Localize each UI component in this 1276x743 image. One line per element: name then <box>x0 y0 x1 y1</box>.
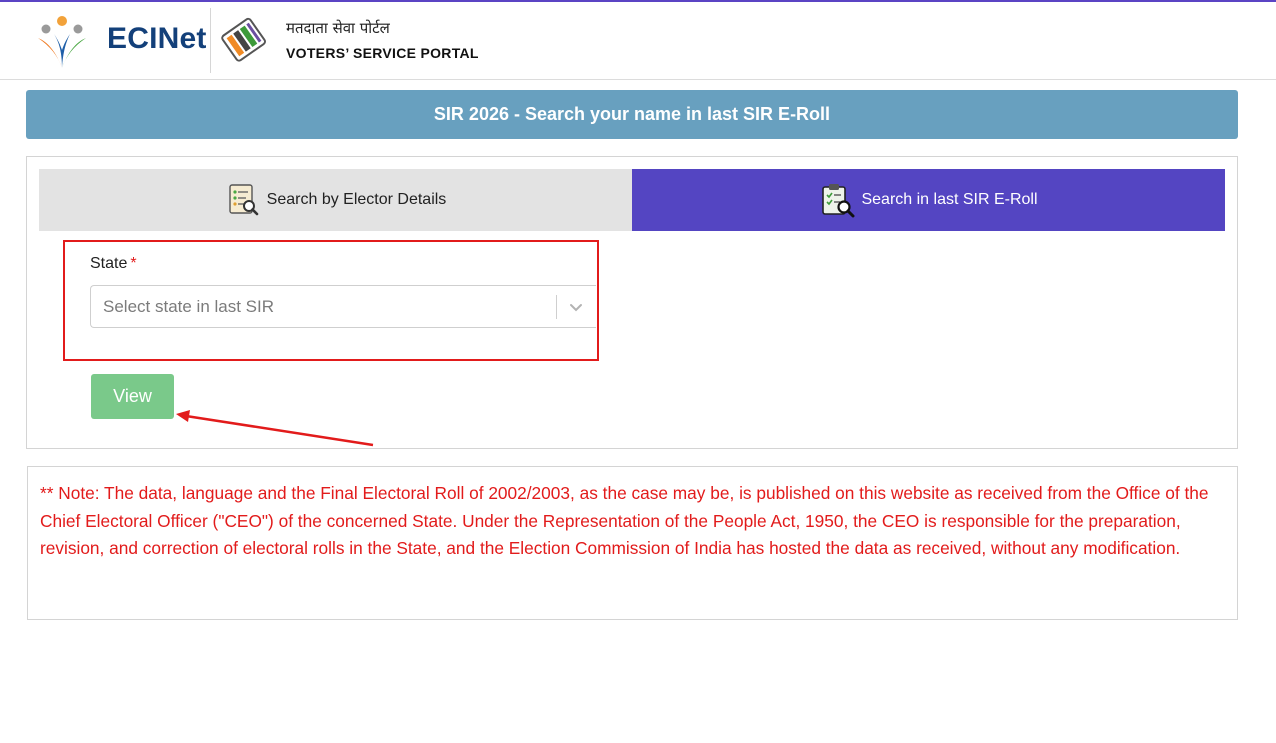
state-label-text: State <box>90 255 128 272</box>
site-header: ECINet मतदाता सेवा पोर्टल VOTERS’ SERVIC… <box>0 2 1276 80</box>
disclaimer-note: ** Note: The data, language and the Fina… <box>40 483 1209 558</box>
state-select[interactable]: Select state in last SIR <box>90 285 596 328</box>
page-banner: SIR 2026 - Search your name in last SIR … <box>26 90 1238 139</box>
state-select-placeholder: Select state in last SIR <box>103 297 275 316</box>
portal-title-hindi: मतदाता सेवा पोर्टल <box>286 19 390 37</box>
state-field-label: State * <box>90 255 137 273</box>
document-search-icon <box>225 182 261 218</box>
header-divider <box>210 8 211 73</box>
chevron-down-icon[interactable] <box>567 298 585 316</box>
tab-search-by-elector-details[interactable]: Search by Elector Details <box>39 169 632 231</box>
select-indicator-separator <box>556 295 557 319</box>
voting-machine-logo-icon <box>217 12 273 68</box>
tab-search-in-last-sir-e-roll[interactable]: Search in last SIR E-Roll <box>632 169 1225 231</box>
tab-label: Search by Elector Details <box>266 191 447 208</box>
tab-label: Search in last SIR E-Roll <box>861 191 1038 208</box>
clipboard-search-icon <box>819 182 855 218</box>
portal-title-english: VOTERS’ SERVICE PORTAL <box>286 45 479 61</box>
page-title: SIR 2026 - Search your name in last SIR … <box>433 104 831 124</box>
disclaimer-note-box: ** Note: The data, language and the Fina… <box>27 466 1238 620</box>
ecinet-logo-text: ECINet <box>107 22 207 55</box>
required-asterisk: * <box>130 255 137 272</box>
annotation-arrow <box>176 410 374 447</box>
ecinet-logo-icon[interactable] <box>32 12 92 72</box>
